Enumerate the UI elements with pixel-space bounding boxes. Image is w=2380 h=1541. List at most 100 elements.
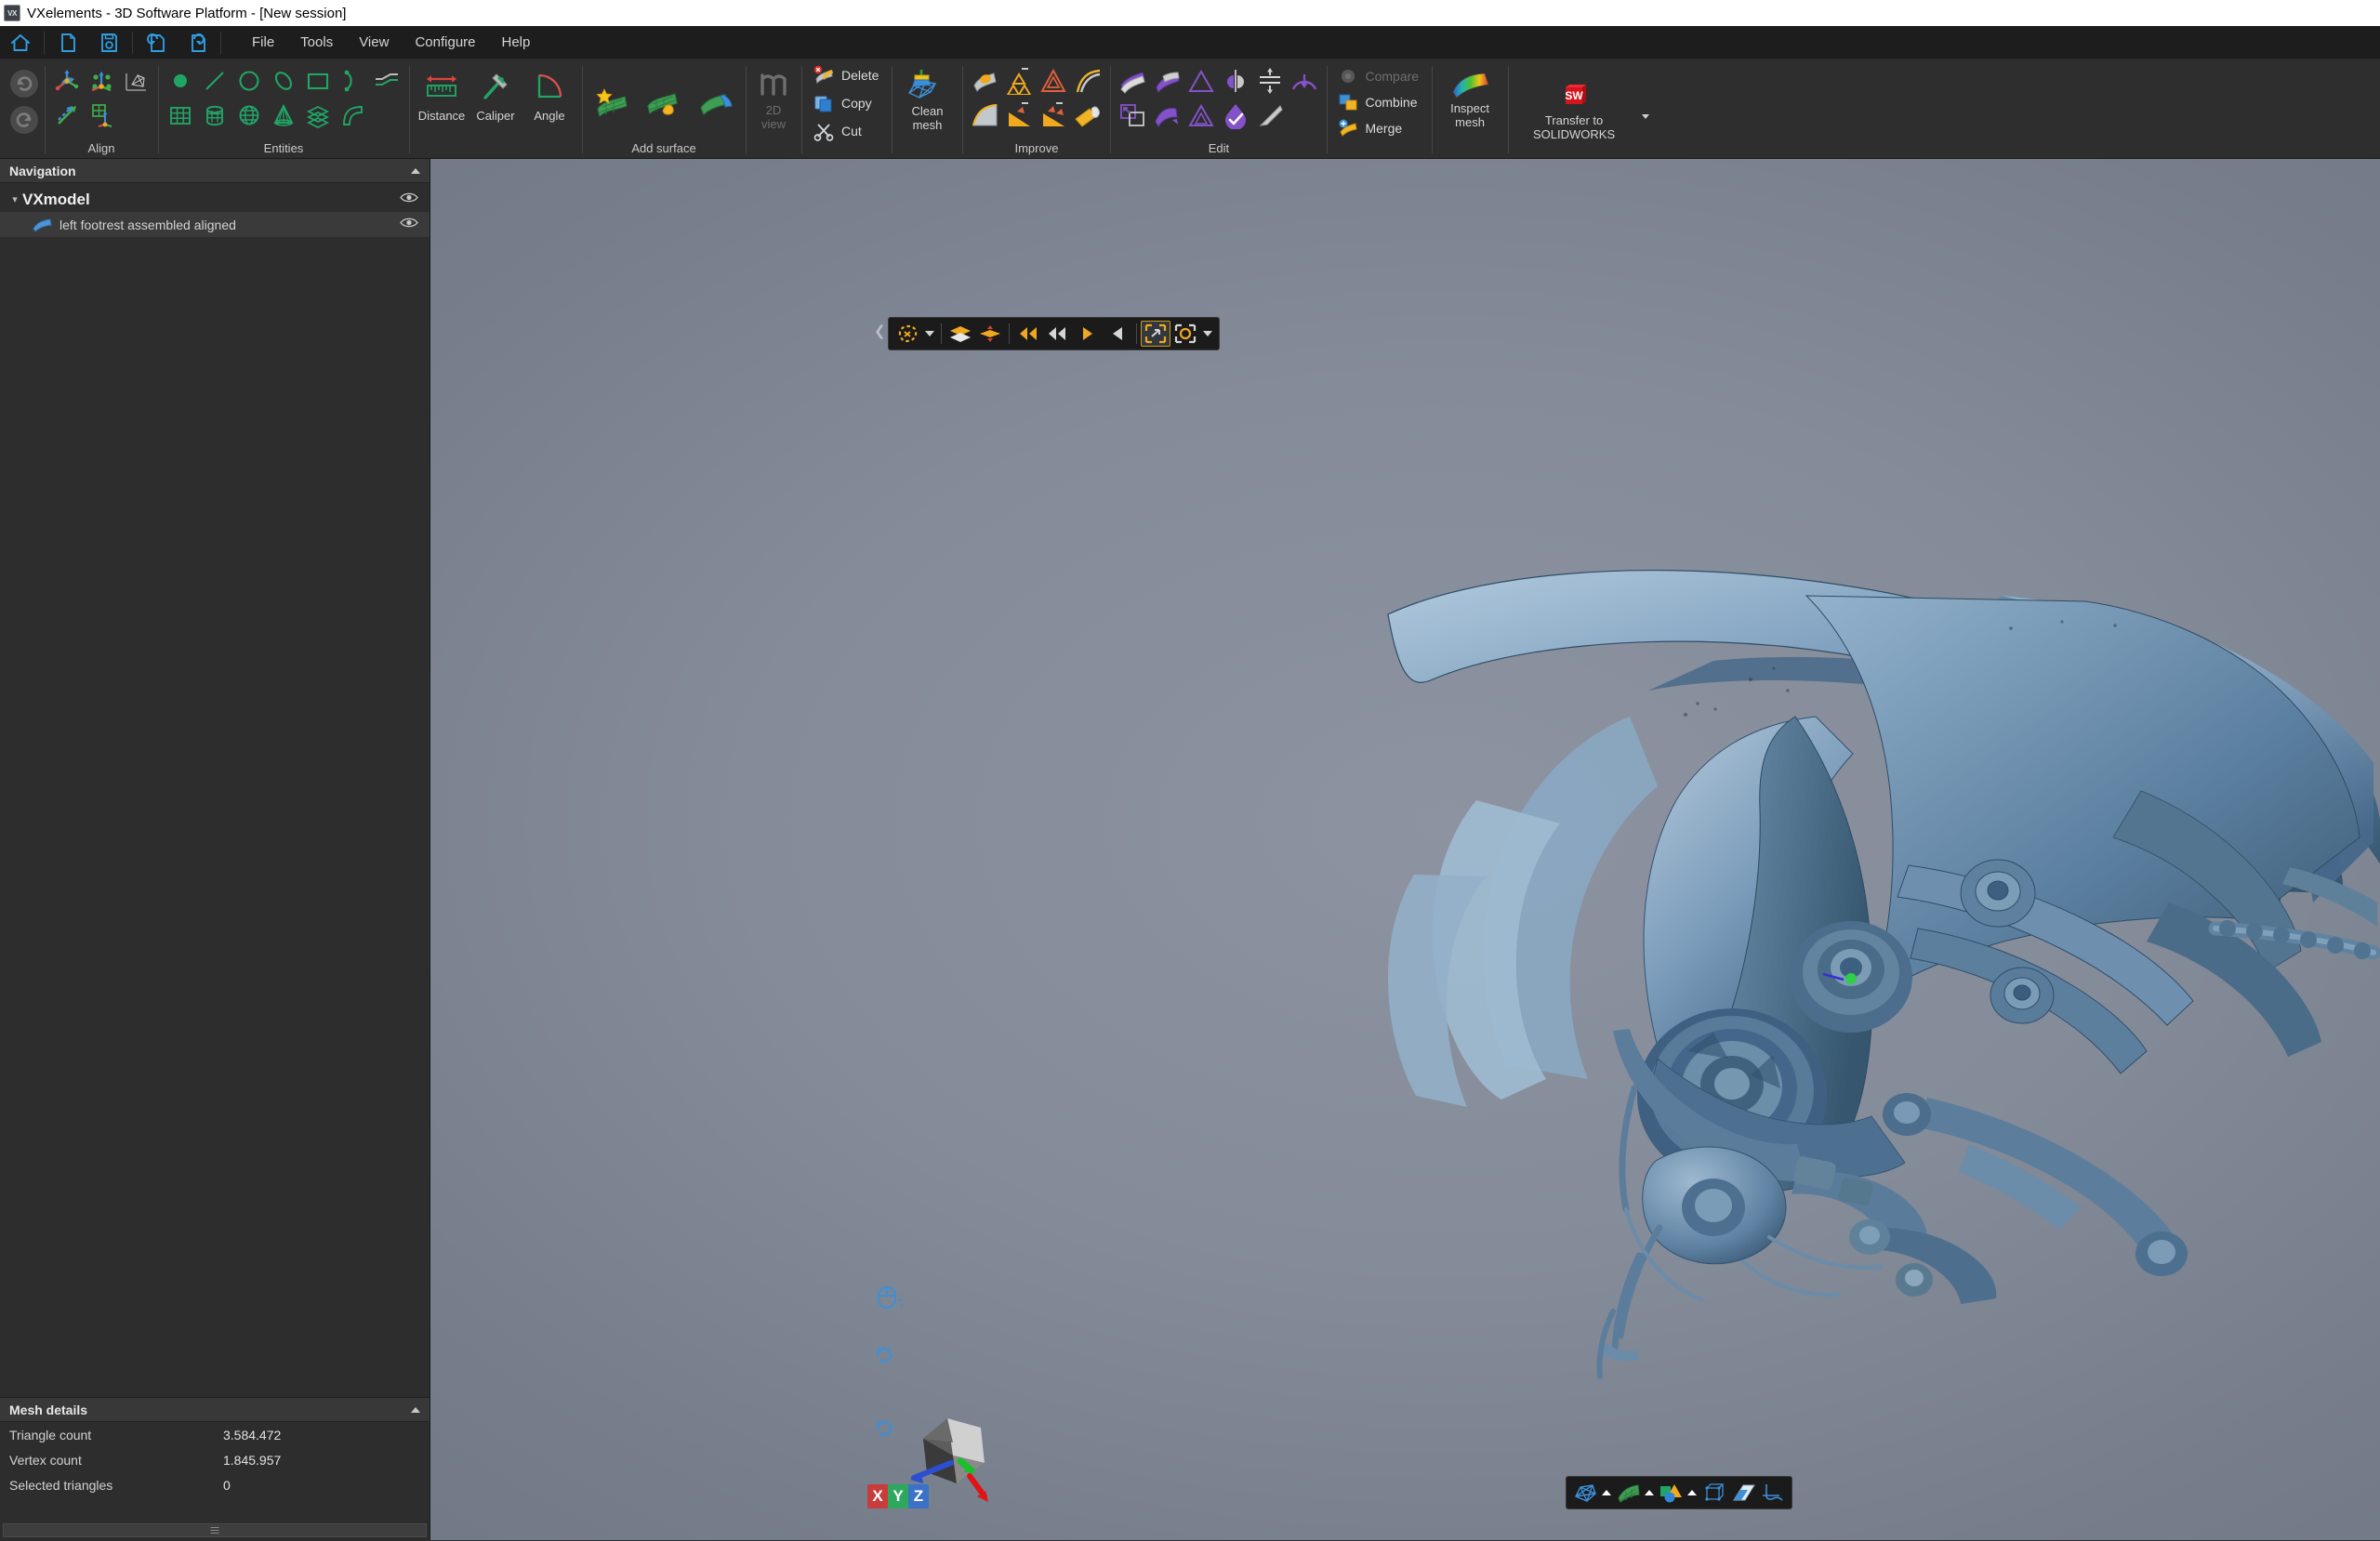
point-icon[interactable] xyxy=(164,64,197,98)
select-visible-icon[interactable] xyxy=(975,321,1005,347)
merge-button[interactable]: Merge xyxy=(1336,116,1426,140)
menu-item-help[interactable]: Help xyxy=(489,31,544,54)
axis-labels-badge[interactable]: X Y Z xyxy=(867,1484,929,1508)
mouse-help-icon[interactable]: ? xyxy=(875,1285,903,1322)
clean-mesh-button[interactable]: Clean mesh xyxy=(897,64,957,132)
circle-icon[interactable] xyxy=(232,64,266,98)
merge-down-icon[interactable] xyxy=(1288,64,1321,98)
rotate-cw-icon[interactable] xyxy=(874,1343,894,1368)
smooth-boundary-icon[interactable] xyxy=(1071,64,1104,98)
apply-check-icon[interactable] xyxy=(1219,99,1252,132)
transfer-dropdown-button[interactable] xyxy=(1634,114,1657,119)
wireframe-dropdown-icon[interactable] xyxy=(1602,1490,1611,1495)
fill-holes-icon[interactable] xyxy=(968,64,1001,98)
copy-button[interactable]: Copy xyxy=(811,90,886,116)
split-icon[interactable] xyxy=(1253,64,1287,98)
2d-view-button[interactable]: 2D view xyxy=(751,67,796,131)
chevron-up-icon[interactable] xyxy=(411,168,420,174)
smooth-surface-icon[interactable] xyxy=(968,99,1001,132)
lasso-dropdown-icon[interactable] xyxy=(925,331,934,336)
defeature-icon[interactable] xyxy=(1037,99,1070,132)
expand-selection-icon[interactable] xyxy=(1103,321,1132,347)
menu-item-view[interactable]: View xyxy=(346,31,402,54)
caliper-button[interactable]: Caliper xyxy=(469,65,522,123)
zoom-fit-selection-icon[interactable] xyxy=(1141,321,1170,347)
menu-item-file[interactable]: File xyxy=(239,31,287,54)
grow-selection-icon[interactable] xyxy=(1073,321,1103,347)
arc-icon[interactable] xyxy=(336,64,369,98)
curve-icon[interactable] xyxy=(336,99,369,132)
mesh-details-header[interactable]: Mesh details xyxy=(0,1398,430,1422)
bend-icon[interactable] xyxy=(1150,99,1183,132)
cone-icon[interactable] xyxy=(267,99,300,132)
triangle-fill-icon[interactable] xyxy=(1184,99,1218,132)
entity-display-icon[interactable] xyxy=(1656,1480,1686,1506)
triangle-edit-icon[interactable] xyxy=(1184,64,1218,98)
rotate-ccw-icon[interactable] xyxy=(874,1416,894,1442)
subdivide-icon[interactable] xyxy=(1037,64,1070,98)
combine-button[interactable]: Combine xyxy=(1336,90,1426,114)
menu-item-tools[interactable]: Tools xyxy=(287,31,346,54)
shaded-surface-icon[interactable] xyxy=(1613,1480,1643,1506)
add-surface-new-icon[interactable] xyxy=(588,76,636,128)
surface-align-icon[interactable] xyxy=(85,64,118,98)
brush-icon[interactable] xyxy=(1253,99,1287,132)
export-button[interactable] xyxy=(177,26,218,59)
shrink-selection-box-icon[interactable] xyxy=(1170,321,1200,347)
angle-button[interactable]: Angle xyxy=(522,65,576,123)
chevron-up-icon[interactable] xyxy=(411,1407,420,1413)
navigation-panel-header[interactable]: Navigation xyxy=(0,159,430,183)
3d-viewport[interactable]: ❮ xyxy=(430,159,2380,1540)
undo-button[interactable] xyxy=(7,67,41,100)
add-surface-extend-icon[interactable] xyxy=(692,76,740,128)
plane-icon[interactable] xyxy=(164,99,197,132)
move-align-icon[interactable] xyxy=(50,99,84,132)
thicken-icon[interactable] xyxy=(1150,64,1183,98)
invert-selection-icon[interactable] xyxy=(1043,321,1073,347)
new-file-button[interactable] xyxy=(47,26,88,59)
tree-node-vxmodel[interactable]: ▾ VXmodel xyxy=(0,187,430,212)
rectangle-icon[interactable] xyxy=(301,64,335,98)
polyline-icon[interactable] xyxy=(370,64,403,98)
best-fit-align-icon[interactable] xyxy=(50,64,84,98)
save-button[interactable] xyxy=(88,26,129,59)
line-icon[interactable] xyxy=(198,64,231,98)
horizontal-scrollbar[interactable] xyxy=(0,1520,430,1540)
sphere-icon[interactable] xyxy=(232,99,266,132)
eye-icon[interactable] xyxy=(400,216,418,233)
lasso-select-icon[interactable] xyxy=(892,321,922,347)
shaded-dropdown-icon[interactable] xyxy=(1645,1490,1654,1495)
scrollbar-track[interactable] xyxy=(3,1523,427,1537)
transform-icon[interactable] xyxy=(1116,99,1149,132)
eye-icon[interactable] xyxy=(400,191,418,208)
home-button[interactable] xyxy=(0,26,41,59)
viewport-toolbar-collapse-icon[interactable]: ❮ xyxy=(874,323,886,339)
section-icon[interactable] xyxy=(301,99,335,132)
clipping-plane-icon[interactable] xyxy=(1728,1480,1758,1506)
bounding-box-icon[interactable] xyxy=(1699,1480,1728,1506)
entity-dropdown-icon[interactable] xyxy=(1687,1490,1697,1495)
mirror-icon[interactable] xyxy=(1219,64,1252,98)
3d-model-mesh[interactable] xyxy=(430,159,2380,1540)
redo-button[interactable] xyxy=(7,103,41,137)
select-backfaces-icon[interactable] xyxy=(1013,321,1043,347)
chevron-down-icon[interactable]: ▾ xyxy=(7,193,22,205)
sharpen-icon[interactable] xyxy=(1002,99,1036,132)
scrollbar-grip[interactable] xyxy=(211,1527,219,1535)
compare-button[interactable]: Compare xyxy=(1336,64,1426,88)
bounding-box-align-icon[interactable] xyxy=(119,64,152,98)
delete-button[interactable]: Delete xyxy=(811,62,886,88)
cylinder-icon[interactable] xyxy=(198,99,231,132)
ellipse-icon[interactable] xyxy=(267,64,300,98)
decimate-icon[interactable] xyxy=(1002,64,1036,98)
add-surface-fill-icon[interactable] xyxy=(640,76,688,128)
menu-item-configure[interactable]: Configure xyxy=(402,31,488,54)
plane-align-icon[interactable] xyxy=(85,99,118,132)
distance-button[interactable]: Distance xyxy=(415,65,469,123)
coordinate-system-icon[interactable] xyxy=(1758,1480,1788,1506)
transfer-to-solidworks-button[interactable]: SW Transfer to SOLIDWORKS xyxy=(1514,81,1634,141)
selection-dropdown-icon[interactable] xyxy=(1203,331,1212,336)
cut-button[interactable]: Cut xyxy=(811,118,886,144)
tree-node-left-footrest[interactable]: left footrest assembled aligned xyxy=(0,212,430,237)
select-through-layers-icon[interactable] xyxy=(945,321,975,347)
